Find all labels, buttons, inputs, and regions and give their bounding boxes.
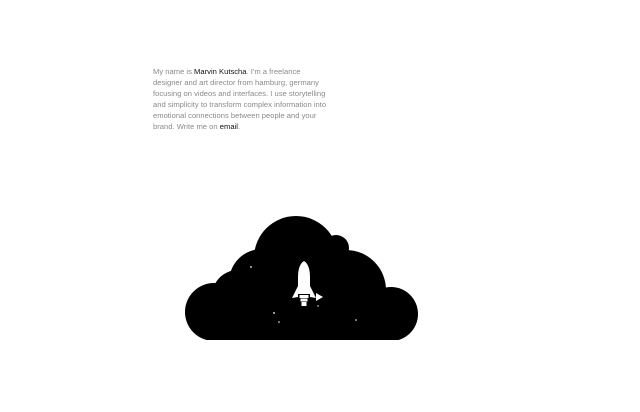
intro-text: My name is Marvin Kutscha. I'm a freelan… <box>153 66 331 133</box>
hero-illustration <box>176 214 420 340</box>
intro-suffix: . <box>237 122 241 132</box>
cloud-illustration <box>185 216 418 340</box>
author-name: Marvin Kutscha <box>194 67 247 76</box>
email-link[interactable]: email <box>220 122 238 131</box>
intro-prefix: My name is <box>153 67 195 76</box>
